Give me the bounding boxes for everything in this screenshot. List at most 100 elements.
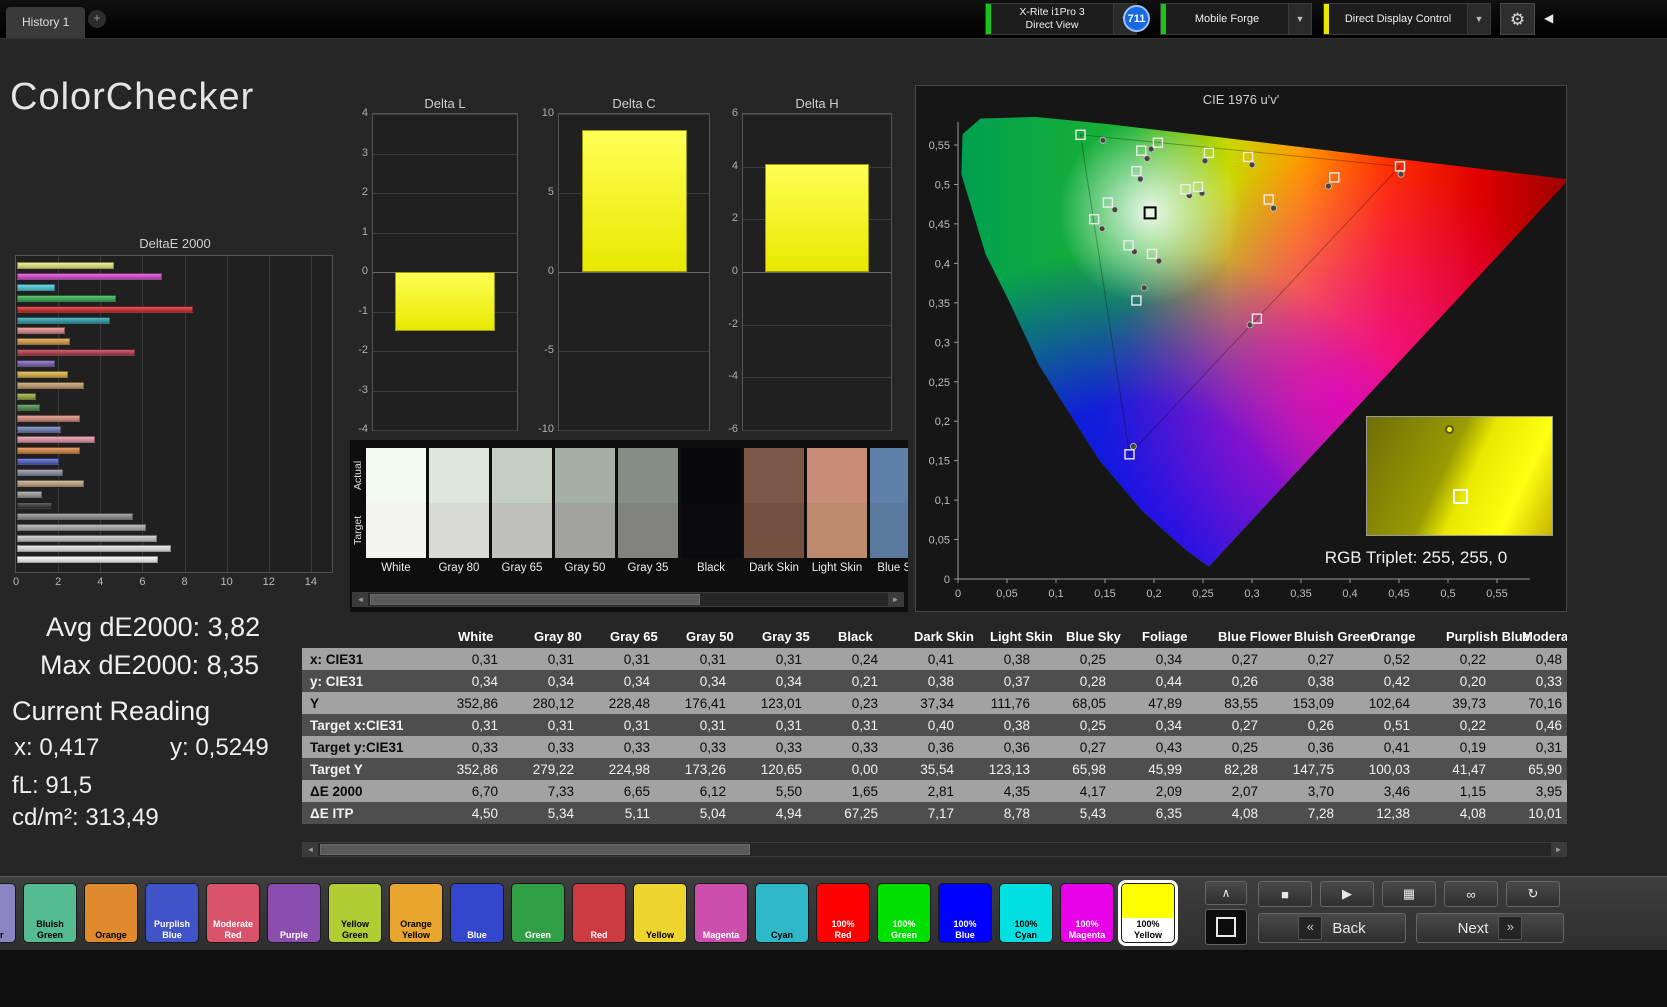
table-cell: 123,13: [984, 758, 1060, 780]
patch-dark-skin[interactable]: Dark Skin: [744, 448, 804, 584]
pattern-tile-green[interactable]: Green: [511, 883, 565, 943]
de-bar: [17, 513, 133, 520]
column-header: Orange: [1364, 624, 1440, 648]
pattern-tile-yellow-green[interactable]: YellowGreen: [328, 883, 382, 943]
pattern-tile-yellow[interactable]: Yellow: [633, 883, 687, 943]
patch-gray-50[interactable]: Gray 50: [555, 448, 615, 584]
play-button: ▶: [1320, 881, 1374, 907]
pattern-tile-bluish-green[interactable]: BluishGreen: [23, 883, 77, 943]
pattern-tile-100-red[interactable]: 100%Red: [816, 883, 870, 943]
patch-gray-65[interactable]: Gray 65: [492, 448, 552, 584]
scroll-right-arrow[interactable]: ►: [1551, 843, 1566, 856]
pattern-tile-100-blue[interactable]: 100%Blue: [938, 883, 992, 943]
table-cell: 65,98: [1060, 758, 1136, 780]
delta-c-axis: 1050-5-10: [530, 113, 556, 431]
settings-gear-icon[interactable]: ⚙: [1500, 3, 1535, 35]
max-de2000-value: Max dE2000: 8,35: [40, 650, 259, 681]
patch-light-skin[interactable]: Light Skin: [807, 448, 867, 584]
patch-black[interactable]: Black: [681, 448, 741, 584]
row-label: Y: [302, 692, 452, 714]
row-label: ΔE 2000: [302, 780, 452, 802]
cie-measured-point: [1130, 443, 1136, 449]
pattern-source-module[interactable]: Mobile Forge ▼: [1160, 3, 1312, 35]
scroll-right-arrow[interactable]: ►: [888, 593, 903, 606]
pattern-tile-moderate-red[interactable]: ModerateRed: [206, 883, 260, 943]
table-cell: 0,27: [1212, 714, 1288, 736]
collapse-panel-icon[interactable]: ◀: [1544, 11, 1553, 25]
source-dropdown-button[interactable]: ▼: [1288, 4, 1311, 34]
pattern-tile-red[interactable]: Red: [572, 883, 626, 943]
table-cell: 0,46: [1516, 714, 1567, 736]
table-header-row: WhiteGray 80Gray 65Gray 50Gray 35BlackDa…: [302, 624, 1567, 648]
tile-label: Cyan: [756, 930, 808, 940]
pattern-tile-blue-flower[interactable]: BlueFlower: [0, 883, 16, 943]
patch-white[interactable]: White: [366, 448, 426, 584]
pattern-tile-purple[interactable]: Purple: [267, 883, 321, 943]
x-tick-label: 8: [173, 576, 197, 588]
gridline: [743, 325, 891, 326]
cie-measured-point: [1325, 183, 1331, 189]
target-swatch: [618, 503, 678, 558]
tick-label: -2: [728, 318, 738, 330]
patch-gray-80[interactable]: Gray 80: [429, 448, 489, 584]
meter-module[interactable]: X-Rite i1Pro 3 Direct View ▼: [985, 3, 1137, 35]
pattern-tile-100-cyan[interactable]: 100%Cyan: [999, 883, 1053, 943]
pattern-grid-button: ▦: [1382, 881, 1436, 907]
pattern-window-button[interactable]: [1205, 909, 1247, 945]
pattern-tile-orange-yellow[interactable]: OrangeYellow: [389, 883, 443, 943]
pattern-tile-100-yellow[interactable]: 100%Yellow: [1121, 883, 1175, 943]
table-cell: 147,75: [1288, 758, 1364, 780]
target-swatch: [555, 503, 615, 558]
table-cell: 0,34: [756, 670, 832, 692]
table-cell: 0,22: [1440, 714, 1516, 736]
pattern-tile-cyan[interactable]: Cyan: [755, 883, 809, 943]
scrollbar-thumb[interactable]: [320, 844, 750, 855]
pattern-tile-orange[interactable]: Orange: [84, 883, 138, 943]
scroll-left-arrow[interactable]: ◄: [353, 593, 368, 606]
table-cell: 0,34: [528, 670, 604, 692]
actual-swatch: [555, 448, 615, 503]
table-cell: 352,86: [452, 758, 528, 780]
table-cell: 0,37: [984, 670, 1060, 692]
table-cell: 37,34: [908, 692, 984, 714]
cie-measured-point: [1144, 156, 1150, 162]
table-cell: 0,31: [604, 714, 680, 736]
gridline: [373, 391, 517, 392]
x-tick-label: 12: [257, 576, 281, 588]
column-header: Gray 35: [756, 624, 832, 648]
inset-target-square: [1453, 489, 1468, 504]
back-button[interactable]: « Back: [1258, 913, 1406, 943]
table-scrollbar[interactable]: ◄ ►: [302, 842, 1567, 857]
delta-c-title: Delta C: [558, 96, 710, 111]
scroll-left-arrow[interactable]: ◄: [303, 843, 318, 856]
patch-strip-scrollbar[interactable]: ◄ ►: [352, 592, 904, 607]
patch-gray-35[interactable]: Gray 35: [618, 448, 678, 584]
pattern-tile-100-magenta[interactable]: 100%Magenta: [1060, 883, 1114, 943]
gridline: [559, 272, 709, 273]
svg-text:0,35: 0,35: [929, 298, 950, 310]
table-cell: 0,33: [756, 736, 832, 758]
table-cell: 0,31: [528, 648, 604, 670]
table-cell: 35,54: [908, 758, 984, 780]
patch-blue-sky[interactable]: Blue Sky: [870, 448, 908, 584]
svg-text:0,15: 0,15: [1094, 588, 1115, 600]
actual-row-label: Actual: [351, 448, 365, 503]
target-swatch: [492, 503, 552, 558]
display-dropdown-button[interactable]: ▼: [1467, 4, 1490, 34]
column-header: Black: [832, 624, 908, 648]
history-tab[interactable]: History 1: [6, 7, 85, 38]
delta-bar: [395, 272, 496, 331]
tile-label: 100%Cyan: [1000, 919, 1052, 940]
pattern-tile-100-green[interactable]: 100%Green: [877, 883, 931, 943]
pattern-page-up-button[interactable]: ∧: [1205, 881, 1247, 905]
pattern-tile-purplish-blue[interactable]: PurplishBlue: [145, 883, 199, 943]
add-tab-button[interactable]: +: [88, 10, 106, 28]
display-control-module[interactable]: Direct Display Control ▼: [1323, 3, 1491, 35]
pattern-tile-blue[interactable]: Blue: [450, 883, 504, 943]
pattern-toolbar: BlueFlowerBluishGreenOrangePurplishBlueM…: [0, 876, 1667, 951]
scrollbar-thumb[interactable]: [370, 594, 700, 605]
next-button[interactable]: Next »: [1416, 913, 1564, 943]
table-cell: 39,73: [1440, 692, 1516, 714]
pattern-tiles: BlueFlowerBluishGreenOrangePurplishBlueM…: [0, 883, 1175, 943]
pattern-tile-magenta[interactable]: Magenta: [694, 883, 748, 943]
